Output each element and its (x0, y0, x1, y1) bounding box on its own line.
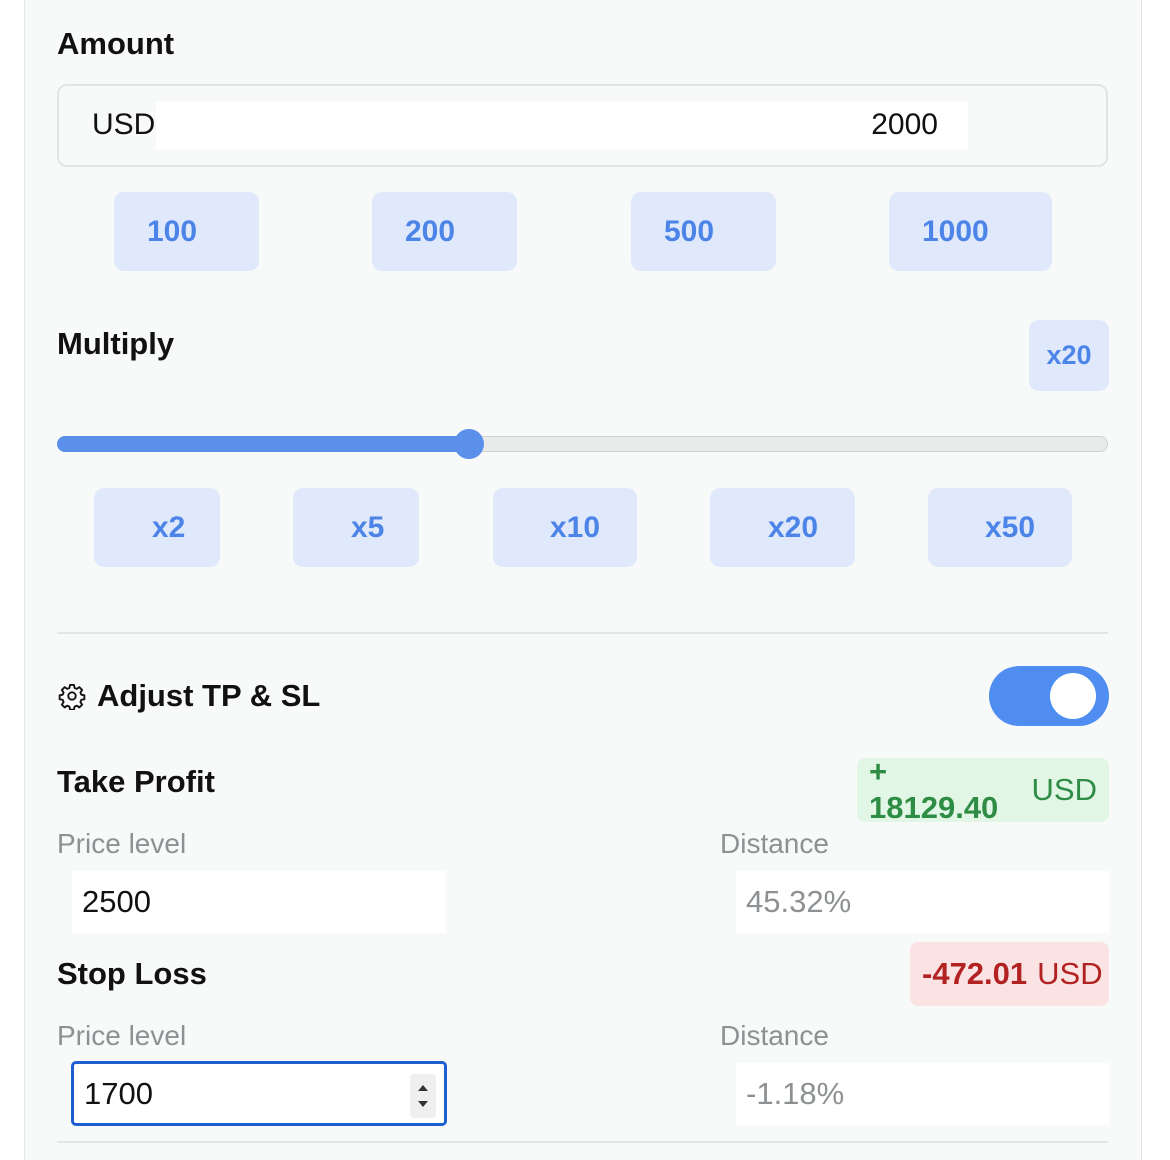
amount-input-area[interactable] (156, 102, 968, 150)
amount-preset-100[interactable]: 100 (114, 192, 259, 271)
multiplier-preset-x2[interactable]: x2 (94, 488, 220, 567)
tp-distance-label: Distance (720, 828, 829, 859)
tpsl-toggle-knob (1050, 673, 1096, 719)
tp-price-level-label: Price level (57, 828, 187, 859)
multiplier-slider-fill (57, 436, 471, 452)
amount-preset-1000[interactable]: 1000 (889, 192, 1052, 271)
stop-loss-label: Stop Loss (57, 956, 207, 991)
take-profit-badge: + 18129.40 USD (857, 754, 1109, 825)
take-profit-unit: USD (1031, 772, 1097, 807)
amount-preset-500[interactable]: 500 (631, 192, 776, 271)
sl-price-level-label: Price level (57, 1020, 187, 1051)
stop-loss-amount: -472.01 (922, 956, 1028, 991)
amount-label: Amount (57, 26, 175, 61)
multiplier-preset-x5[interactable]: x5 (293, 488, 419, 567)
bottom-divider (57, 1141, 1108, 1143)
multiplier-preset-x50[interactable]: x50 (928, 488, 1072, 567)
number-stepper[interactable] (410, 1074, 436, 1118)
multiplier-slider-thumb[interactable] (454, 429, 484, 459)
amount-preset-200[interactable]: 200 (372, 192, 517, 271)
multiplier-preset-x10[interactable]: x10 (493, 488, 637, 567)
sl-price-level-input[interactable]: 1700 (71, 1061, 447, 1126)
sl-distance-label: Distance (720, 1020, 829, 1051)
amount-value[interactable]: 2000 (860, 108, 938, 142)
current-multiplier-badge: x20 (1029, 320, 1109, 391)
take-profit-label: Take Profit (57, 764, 215, 799)
adjust-tpsl-label: Adjust TP & SL (97, 678, 321, 713)
multiply-label: Multiply (57, 326, 175, 361)
take-profit-amount: + 18129.40 (869, 754, 999, 825)
stop-loss-badge: -472.01 USD (910, 942, 1109, 1006)
currency-label: USD (92, 108, 156, 141)
tp-distance-field: 45.32% (736, 871, 1109, 933)
sl-price-level-value: 1700 (84, 1075, 153, 1111)
section-divider (57, 632, 1108, 634)
gear-icon (58, 682, 86, 711)
tp-price-level-input[interactable]: 2500 (72, 871, 446, 933)
multiplier-preset-x20[interactable]: x20 (710, 488, 855, 567)
stop-loss-unit: USD (1037, 956, 1103, 991)
sl-distance-field: -1.18% (736, 1063, 1109, 1125)
